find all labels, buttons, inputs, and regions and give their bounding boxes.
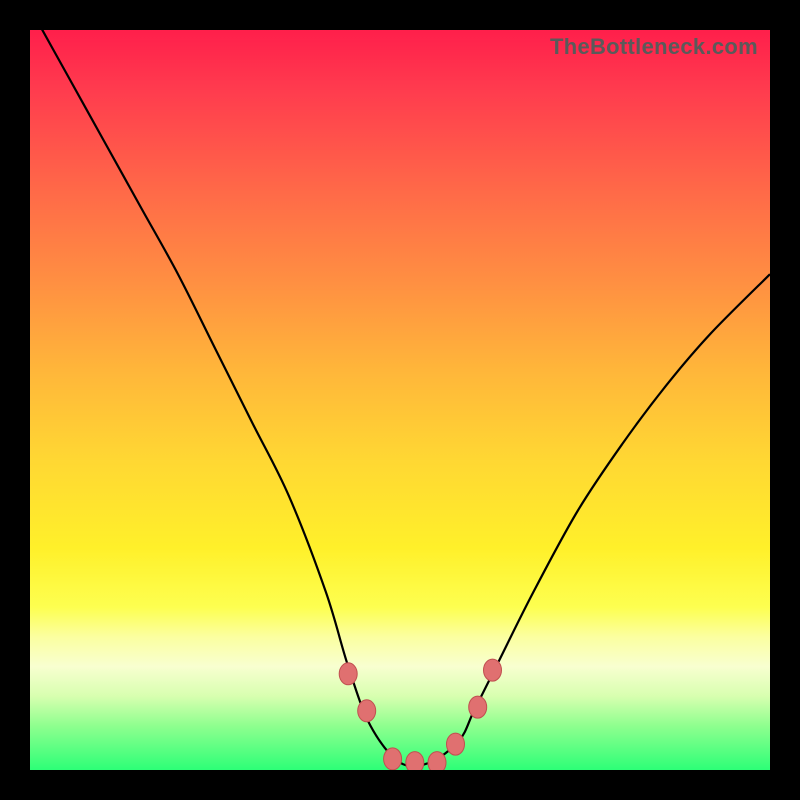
curve-marker <box>384 748 402 770</box>
plot-area: TheBottleneck.com <box>30 30 770 770</box>
curve-marker <box>428 752 446 770</box>
curve-markers <box>339 659 501 770</box>
chart-svg <box>30 30 770 770</box>
curve-marker <box>339 663 357 685</box>
curve-marker <box>447 733 465 755</box>
curve-marker <box>406 752 424 770</box>
curve-line <box>30 30 770 766</box>
curve-marker <box>469 696 487 718</box>
curve-marker <box>484 659 502 681</box>
curve-marker <box>358 700 376 722</box>
chart-frame: TheBottleneck.com <box>0 0 800 800</box>
